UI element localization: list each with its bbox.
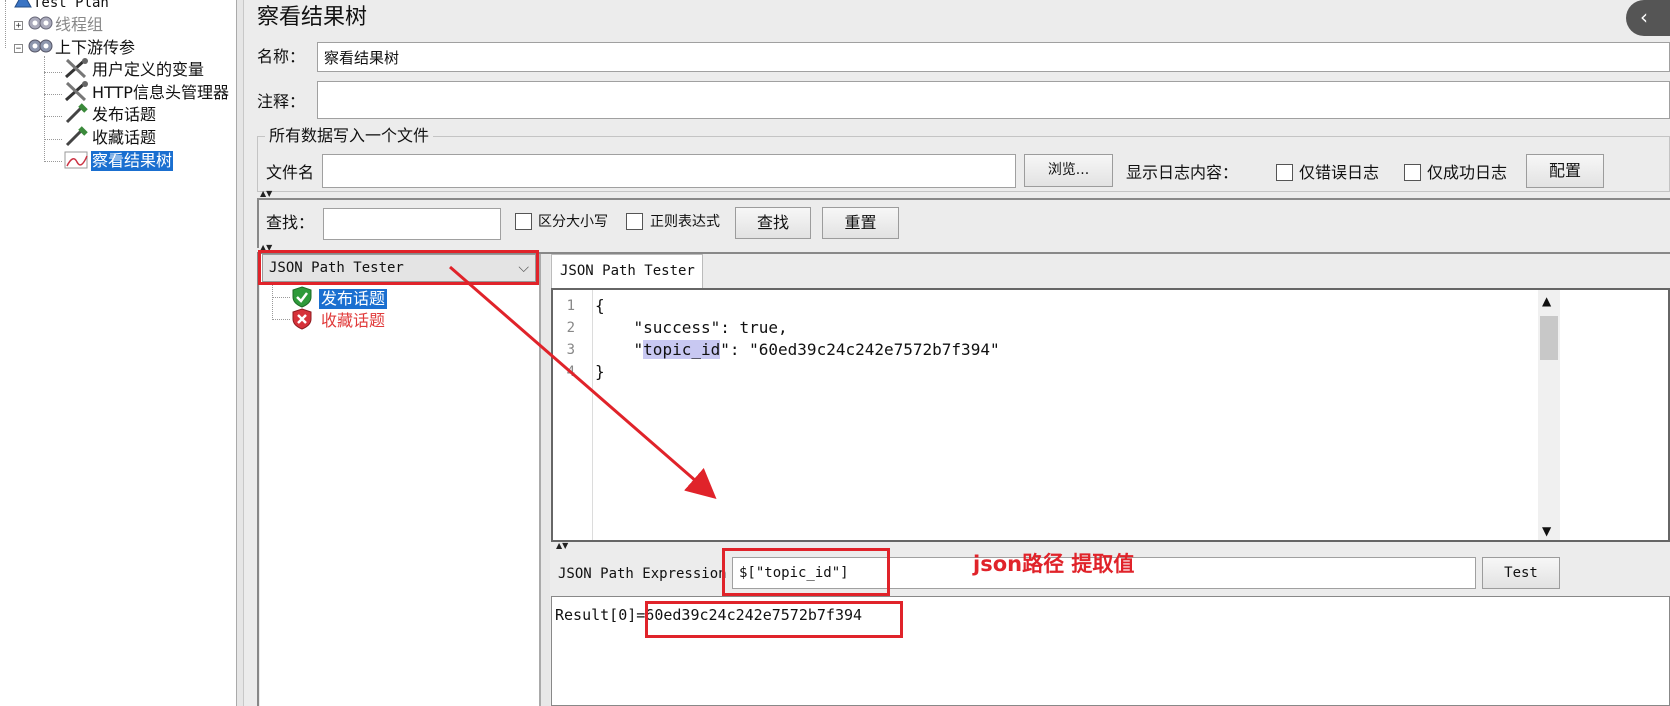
annotation-arrow xyxy=(449,265,717,499)
